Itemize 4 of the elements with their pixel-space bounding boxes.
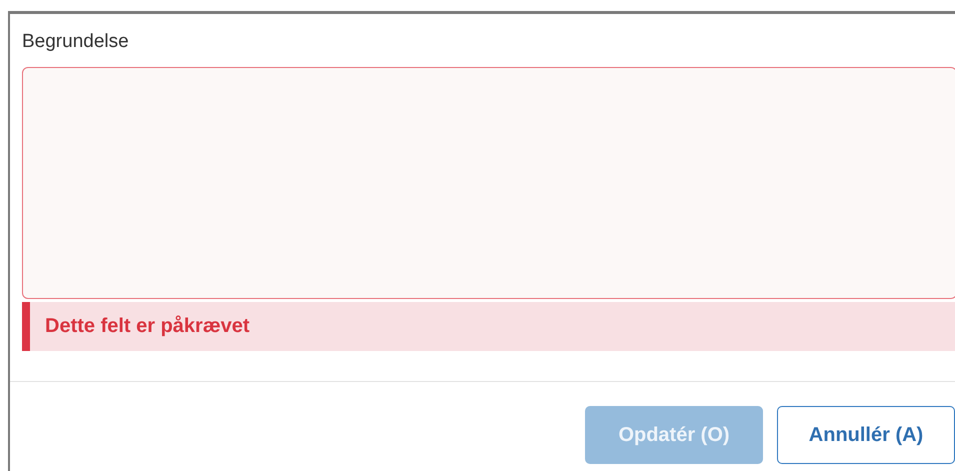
cancel-button[interactable]: Annullér (A) xyxy=(777,406,955,464)
field-label: Begrundelse xyxy=(22,30,130,54)
error-message: Dette felt er påkrævet xyxy=(22,302,955,350)
text-area[interactable] xyxy=(22,66,955,298)
